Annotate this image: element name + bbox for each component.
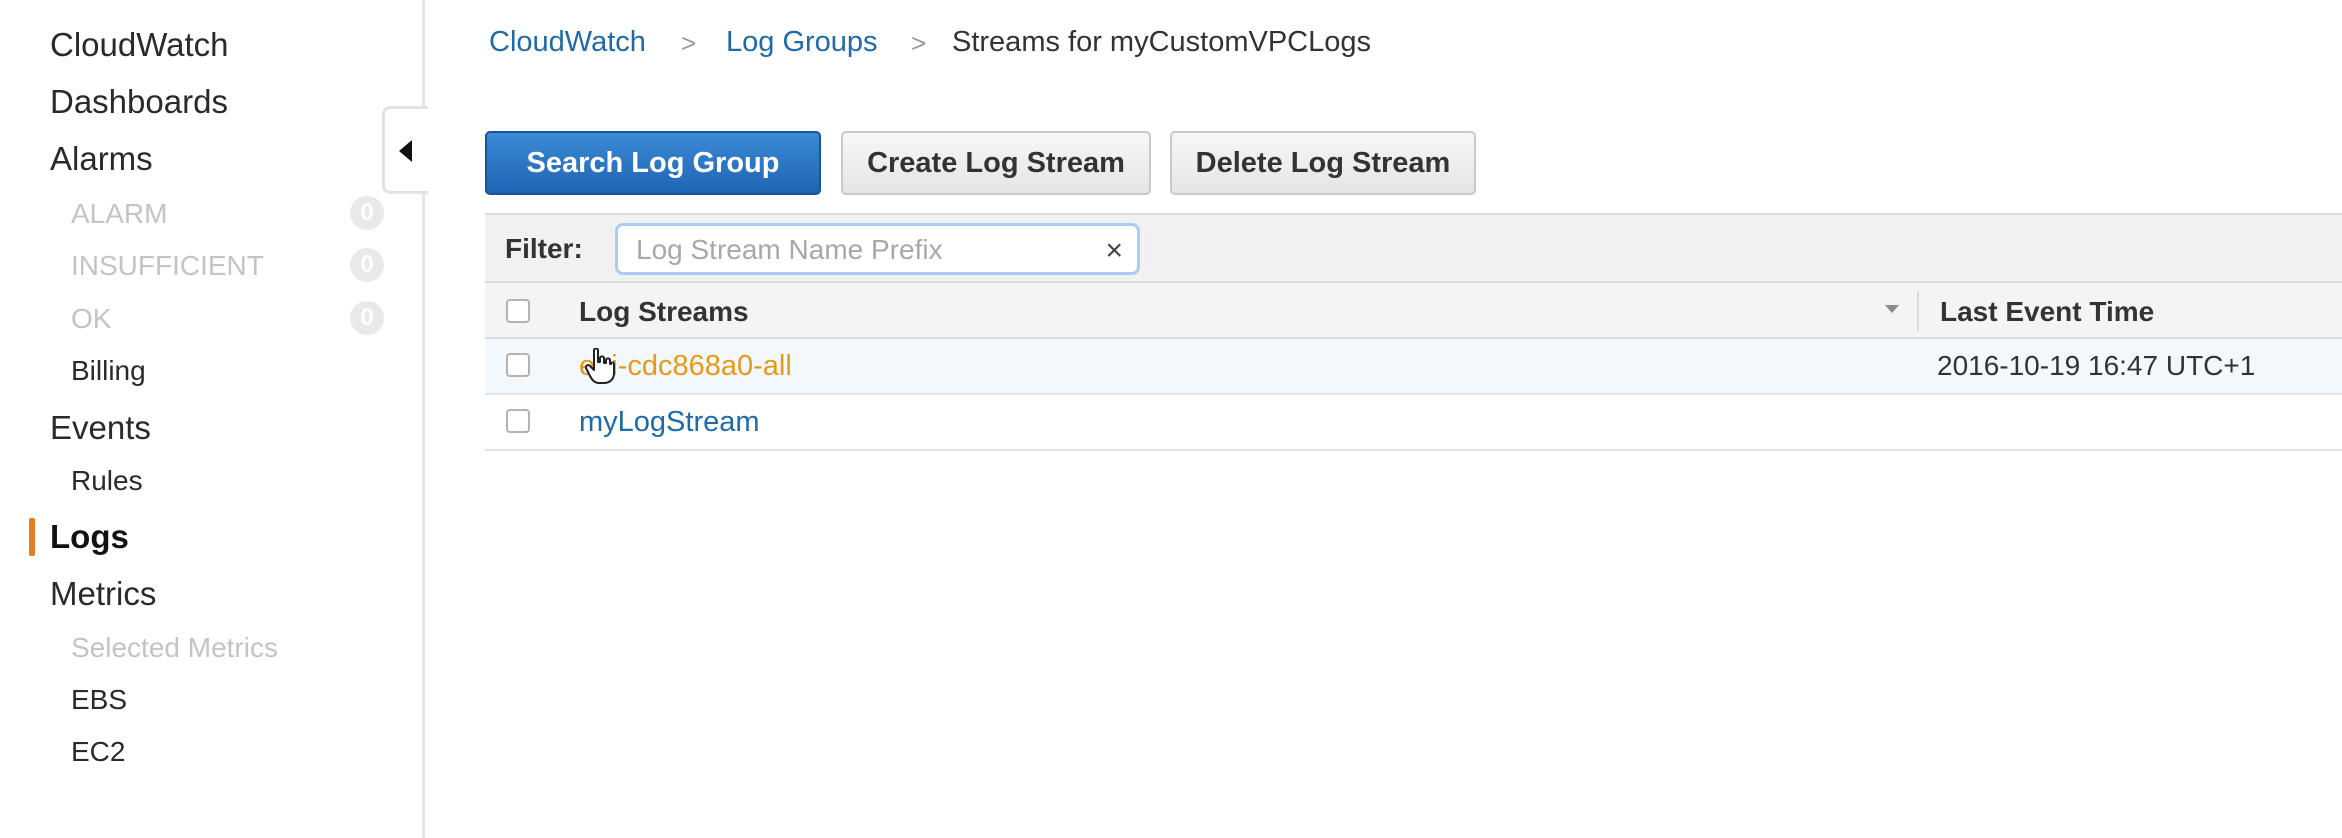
- breadcrumb-separator: >: [911, 28, 927, 58]
- active-indicator: [29, 518, 35, 556]
- insufficient-count-badge: 0: [350, 248, 384, 282]
- column-header-log-streams[interactable]: Log Streams: [579, 296, 749, 328]
- breadcrumb-separator: >: [681, 28, 697, 58]
- row-checkbox[interactable]: [506, 353, 530, 377]
- sidebar-item-alarm-state[interactable]: ALARM: [71, 198, 167, 230]
- log-stream-link[interactable]: myLogStream: [579, 406, 760, 439]
- delete-log-stream-button[interactable]: Delete Log Stream: [1170, 131, 1476, 195]
- create-log-stream-button[interactable]: Create Log Stream: [841, 131, 1151, 195]
- column-divider[interactable]: [1917, 291, 1919, 331]
- row-checkbox[interactable]: [506, 409, 530, 433]
- filter-input-box[interactable]: ×: [615, 223, 1140, 275]
- clear-filter-icon[interactable]: ×: [1105, 234, 1123, 268]
- sidebar-item-selected-metrics[interactable]: Selected Metrics: [71, 632, 278, 664]
- column-header-last-event-time[interactable]: Last Event Time: [1940, 296, 2154, 328]
- sidebar-item-dashboards[interactable]: Dashboards: [50, 83, 228, 121]
- sidebar-item-alarms[interactable]: Alarms: [50, 140, 153, 178]
- log-stream-prefix-input[interactable]: [636, 234, 1076, 266]
- sidebar-item-ec2[interactable]: EC2: [71, 736, 125, 768]
- table-row[interactable]: myLogStream: [485, 395, 2342, 451]
- ok-count-badge: 0: [350, 301, 384, 335]
- search-log-group-button[interactable]: Search Log Group: [485, 131, 821, 195]
- table-row[interactable]: eni-cdc868a0-all 2016-10-19 16:47 UTC+1: [485, 339, 2342, 395]
- sidebar-item-cloudwatch[interactable]: CloudWatch: [50, 26, 229, 64]
- caret-left-icon: [399, 140, 412, 162]
- hand-pointer-icon: [585, 348, 615, 384]
- sidebar-item-ebs[interactable]: EBS: [71, 684, 127, 716]
- breadcrumb-current: Streams for myCustomVPCLogs: [952, 26, 1372, 58]
- filter-bar: Filter: ×: [485, 213, 2342, 283]
- sidebar-item-rules[interactable]: Rules: [71, 465, 143, 497]
- alarm-count-badge: 0: [350, 196, 384, 230]
- sidebar-item-ok-state[interactable]: OK: [71, 303, 111, 335]
- sidebar: CloudWatch Dashboards Alarms ALARM 0 INS…: [0, 0, 425, 838]
- sidebar-item-events[interactable]: Events: [50, 409, 151, 447]
- select-all-checkbox[interactable]: [506, 299, 530, 323]
- sidebar-item-insufficient-state[interactable]: INSUFFICIENT: [71, 250, 264, 282]
- last-event-time: 2016-10-19 16:47 UTC+1: [1937, 350, 2256, 381]
- sidebar-item-logs[interactable]: Logs: [50, 518, 129, 556]
- breadcrumb-log-groups[interactable]: Log Groups: [726, 26, 878, 59]
- filter-label: Filter:: [505, 233, 583, 264]
- table-header: Log Streams Last Event Time: [485, 283, 2342, 339]
- breadcrumb-cloudwatch[interactable]: CloudWatch: [489, 26, 646, 59]
- sidebar-collapse-toggle[interactable]: [382, 106, 428, 194]
- sidebar-item-metrics[interactable]: Metrics: [50, 575, 156, 613]
- sidebar-item-billing[interactable]: Billing: [71, 355, 146, 387]
- sort-down-icon[interactable]: [1885, 305, 1899, 313]
